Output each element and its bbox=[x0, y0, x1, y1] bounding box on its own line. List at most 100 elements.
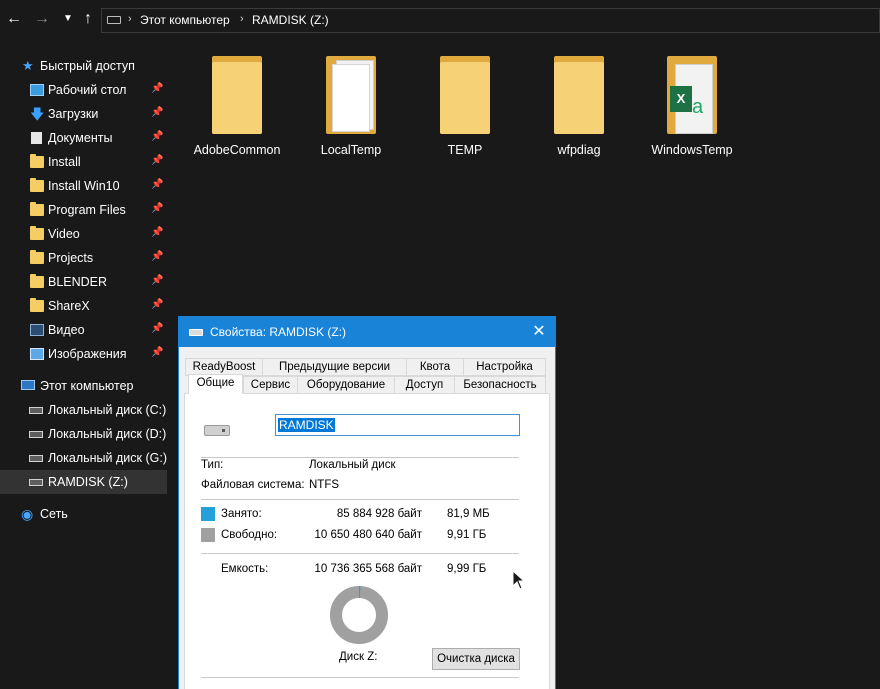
folder-name: wfpdiag bbox=[557, 143, 601, 157]
sidebar-item-desktop[interactable]: Рабочий стол 📌 bbox=[0, 78, 167, 102]
navigation-bar: ← → ▼ ↑ › Этот компьютер › RAMDISK (Z:) bbox=[0, 0, 880, 40]
general-tab-panel: RAMDISK Тип: Локальный диск Файловая сис… bbox=[184, 393, 550, 689]
drive-icon bbox=[29, 431, 43, 438]
breadcrumb-separator-icon[interactable]: › bbox=[128, 13, 132, 25]
sidebar-item-install-win10[interactable]: Install Win10 📌 bbox=[0, 174, 167, 198]
sidebar-item-label: Install Win10 bbox=[48, 179, 120, 193]
folder-tile-wfpdiag[interactable]: wfpdiag bbox=[529, 52, 629, 162]
tab-previous-versions[interactable]: Предыдущие версии bbox=[262, 358, 407, 376]
sidebar-item-documents[interactable]: Документы 📌 bbox=[0, 126, 167, 150]
sidebar-item-sharex[interactable]: ShareX 📌 bbox=[0, 294, 167, 318]
disk-usage-donut bbox=[330, 586, 388, 644]
sidebar-item-videos[interactable]: Видео 📌 bbox=[0, 318, 167, 342]
folder-tile-localtemp[interactable]: LocalTemp bbox=[301, 52, 401, 162]
tab-security[interactable]: Безопасность bbox=[454, 376, 546, 394]
sidebar-item-drive-c[interactable]: Локальный диск (C:) bbox=[0, 398, 167, 422]
tab-hardware[interactable]: Оборудование bbox=[297, 376, 395, 394]
network-icon: ◉ bbox=[21, 506, 34, 522]
sidebar-item-label: Локальный диск (C:) bbox=[48, 403, 167, 417]
tab-customize[interactable]: Настройка bbox=[463, 358, 546, 376]
recent-locations-chevron-icon[interactable]: ▼ bbox=[58, 9, 78, 29]
sidebar-item-drive-g[interactable]: Локальный диск (G:) bbox=[0, 446, 167, 470]
forward-arrow-icon[interactable]: → bbox=[32, 9, 52, 29]
pictures-icon bbox=[30, 348, 44, 360]
pin-icon[interactable]: 📌 bbox=[151, 107, 163, 118]
drive-icon bbox=[204, 425, 230, 436]
free-size: 9,91 ГБ bbox=[447, 529, 487, 541]
tab-sharing[interactable]: Доступ bbox=[394, 376, 455, 394]
sidebar-item-label: Загрузки bbox=[48, 107, 99, 121]
dialog-title-bar[interactable]: Свойства: RAMDISK (Z:) ✕ bbox=[179, 317, 555, 347]
pin-icon[interactable]: 📌 bbox=[151, 179, 163, 190]
sidebar-item-drive-d[interactable]: Локальный диск (D:) bbox=[0, 422, 167, 446]
sidebar-item-video[interactable]: Video 📌 bbox=[0, 222, 167, 246]
folder-icon bbox=[30, 274, 44, 288]
close-icon[interactable]: ✕ bbox=[523, 317, 555, 347]
sidebar-item-label: Этот компьютер bbox=[40, 379, 134, 393]
sidebar-item-blender[interactable]: BLENDER 📌 bbox=[0, 270, 167, 294]
folder-name: TEMP bbox=[447, 143, 483, 157]
video-icon bbox=[30, 324, 44, 336]
sidebar-item-ramdisk[interactable]: RAMDISK (Z:) bbox=[0, 470, 167, 494]
desktop-icon bbox=[30, 84, 44, 96]
pin-icon[interactable]: 📌 bbox=[151, 131, 163, 142]
sidebar-item-downloads[interactable]: 🡇 Загрузки 📌 bbox=[0, 102, 167, 126]
volume-name-input[interactable]: RAMDISK bbox=[275, 414, 520, 436]
pin-icon[interactable]: 📌 bbox=[151, 323, 163, 334]
pin-icon[interactable]: 📌 bbox=[151, 347, 163, 358]
disk-cleanup-button[interactable]: Очистка диска bbox=[432, 648, 520, 670]
back-arrow-icon[interactable]: ← bbox=[4, 9, 24, 29]
address-bar[interactable]: › Этот компьютер › RAMDISK (Z:) bbox=[101, 8, 880, 33]
pin-icon[interactable]: 📌 bbox=[151, 155, 163, 166]
sidebar-item-network[interactable]: ◉ Сеть bbox=[0, 502, 167, 526]
donut-free-segment bbox=[330, 586, 388, 644]
excel-letter: a bbox=[692, 96, 704, 118]
filesystem-label: Файловая система: bbox=[201, 479, 305, 491]
pin-icon[interactable]: 📌 bbox=[151, 299, 163, 310]
used-label: Занято: bbox=[221, 508, 262, 520]
sidebar-item-label: RAMDISK (Z:) bbox=[48, 475, 128, 489]
folder-front bbox=[440, 62, 490, 134]
pin-icon[interactable]: 📌 bbox=[151, 83, 163, 94]
pin-icon[interactable]: 📌 bbox=[151, 251, 163, 262]
sidebar-item-this-pc[interactable]: Этот компьютер bbox=[0, 374, 167, 398]
sidebar-item-label: Быстрый доступ bbox=[40, 59, 135, 73]
sidebar-item-projects[interactable]: Projects 📌 bbox=[0, 246, 167, 270]
sidebar-item-quick-access[interactable]: ★ Быстрый доступ bbox=[0, 54, 167, 78]
disk-label: Диск Z: bbox=[339, 651, 378, 663]
tab-general[interactable]: Общие bbox=[188, 374, 243, 394]
used-space-swatch bbox=[201, 507, 215, 521]
pin-icon[interactable]: 📌 bbox=[151, 227, 163, 238]
folder-tile-windowstemp[interactable]: X a WindowsTemp bbox=[642, 52, 742, 162]
folder-icon bbox=[30, 298, 44, 312]
folder-name: LocalTemp bbox=[320, 143, 382, 157]
folder-tile-adobecommon[interactable]: AdobeCommon bbox=[187, 52, 287, 162]
folder-tile-temp[interactable]: TEMP bbox=[415, 52, 515, 162]
sidebar-item-label: Локальный диск (D:) bbox=[48, 427, 167, 441]
used-size: 81,9 МБ bbox=[447, 508, 490, 520]
pin-icon[interactable]: 📌 bbox=[151, 275, 163, 286]
tab-quota[interactable]: Квота bbox=[406, 358, 464, 376]
drive-icon bbox=[29, 455, 43, 462]
sidebar-item-label: Видео bbox=[48, 323, 85, 337]
volume-name-value: RAMDISK bbox=[278, 418, 335, 432]
sidebar-item-program-files[interactable]: Program Files 📌 bbox=[0, 198, 167, 222]
folder-icon bbox=[30, 178, 44, 192]
sidebar-item-install[interactable]: Install 📌 bbox=[0, 150, 167, 174]
up-arrow-icon[interactable]: ↑ bbox=[78, 9, 98, 29]
divider bbox=[201, 499, 519, 500]
sidebar-item-label: Install bbox=[48, 155, 81, 169]
breadcrumb-separator-icon[interactable]: › bbox=[240, 13, 244, 25]
breadcrumb-this-pc[interactable]: Этот компьютер bbox=[140, 13, 230, 27]
tab-tools[interactable]: Сервис bbox=[243, 376, 298, 394]
folder-front bbox=[212, 62, 262, 134]
free-bytes: 10 650 480 640 байт bbox=[314, 529, 422, 541]
excel-icon: X bbox=[670, 86, 692, 112]
folder-icon bbox=[30, 202, 44, 216]
pin-icon[interactable]: 📌 bbox=[151, 203, 163, 214]
breadcrumb-ramdisk[interactable]: RAMDISK (Z:) bbox=[252, 13, 329, 27]
capacity-bytes: 10 736 365 568 байт bbox=[314, 563, 422, 575]
drive-icon bbox=[29, 407, 43, 414]
sidebar-item-pictures[interactable]: Изображения 📌 bbox=[0, 342, 167, 366]
folder-front bbox=[554, 62, 604, 134]
